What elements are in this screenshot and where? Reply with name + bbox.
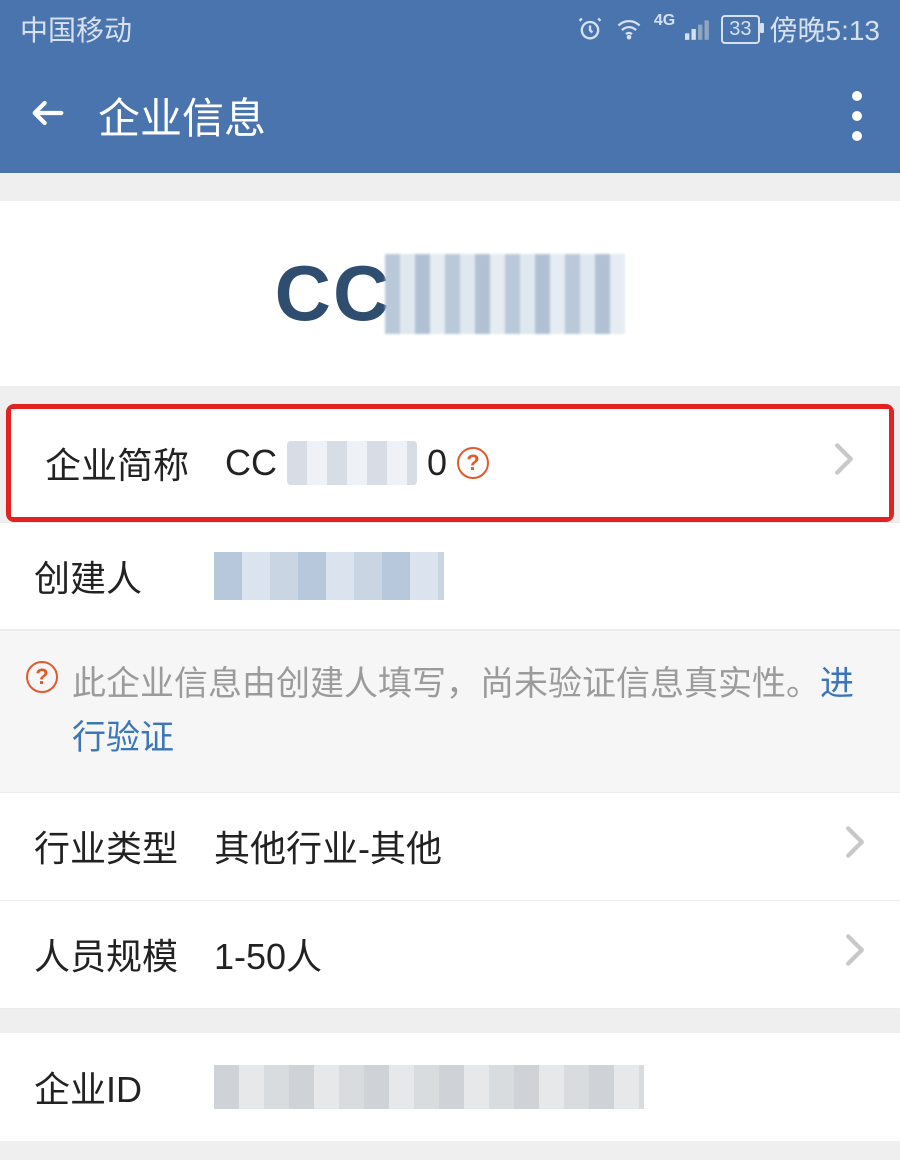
- signal-icon: [685, 18, 711, 40]
- redacted-logo-suffix: [385, 254, 625, 334]
- short-name-value: CC 0 ?: [225, 441, 833, 485]
- notice-text: 此企业信息由创建人填写，尚未验证信息真实性。: [72, 665, 820, 703]
- notice-text-wrap: 此企业信息由创建人填写，尚未验证信息真实性。进行验证: [72, 657, 866, 766]
- row-company-id: 企业ID: [0, 1033, 900, 1141]
- row-industry[interactable]: 行业类型 其他行业-其他: [0, 793, 900, 901]
- battery-value: 33: [729, 18, 751, 41]
- logo-prefix: CC: [275, 248, 392, 339]
- back-button[interactable]: [28, 93, 68, 138]
- warning-icon: ?: [26, 661, 58, 693]
- battery-indicator: 33: [721, 15, 759, 44]
- chevron-right-icon: [833, 442, 855, 485]
- company-id-value: [214, 1065, 866, 1109]
- carrier-label: 中国移动: [20, 9, 132, 49]
- row-creator: 创建人: [0, 522, 900, 630]
- alarm-icon: [576, 15, 604, 43]
- chevron-right-icon: [844, 825, 866, 868]
- company-id-label: 企业ID: [34, 1061, 214, 1113]
- short-name-suffix: 0: [427, 442, 447, 484]
- network-type-label: 4G: [654, 12, 675, 30]
- redacted-short-name-mid: [287, 441, 417, 485]
- redacted-creator-value: [214, 552, 444, 600]
- industry-value: 其他行业-其他: [214, 820, 844, 872]
- row-staff-size[interactable]: 人员规模 1-50人: [0, 901, 900, 1009]
- time-label: 傍晚5:13: [770, 9, 881, 49]
- more-button[interactable]: [852, 91, 862, 141]
- company-logo-block: CC: [0, 201, 900, 386]
- industry-label: 行业类型: [34, 820, 214, 872]
- redacted-company-id: [214, 1065, 644, 1109]
- status-bar: 中国移动 4G 33 傍晚5:13: [0, 0, 900, 58]
- highlight-short-name: 企业简称 CC 0 ?: [6, 404, 894, 522]
- wifi-icon: [614, 15, 644, 43]
- status-right: 4G 33 傍晚5:13: [576, 9, 880, 49]
- short-name-prefix: CC: [225, 442, 277, 484]
- creator-value: [214, 552, 866, 600]
- page-title: 企业信息: [98, 85, 266, 146]
- staff-size-label: 人员规模: [34, 928, 214, 980]
- verification-notice: ? 此企业信息由创建人填写，尚未验证信息真实性。进行验证: [0, 630, 900, 793]
- help-icon[interactable]: ?: [457, 447, 489, 479]
- creator-label: 创建人: [34, 550, 214, 602]
- chevron-right-icon: [844, 933, 866, 976]
- nav-bar: 企业信息: [0, 58, 900, 173]
- staff-size-value: 1-50人: [214, 928, 844, 980]
- company-logo-text: CC: [275, 248, 626, 339]
- row-company-short-name[interactable]: 企业简称 CC 0 ?: [11, 409, 889, 517]
- short-name-label: 企业简称: [45, 437, 225, 489]
